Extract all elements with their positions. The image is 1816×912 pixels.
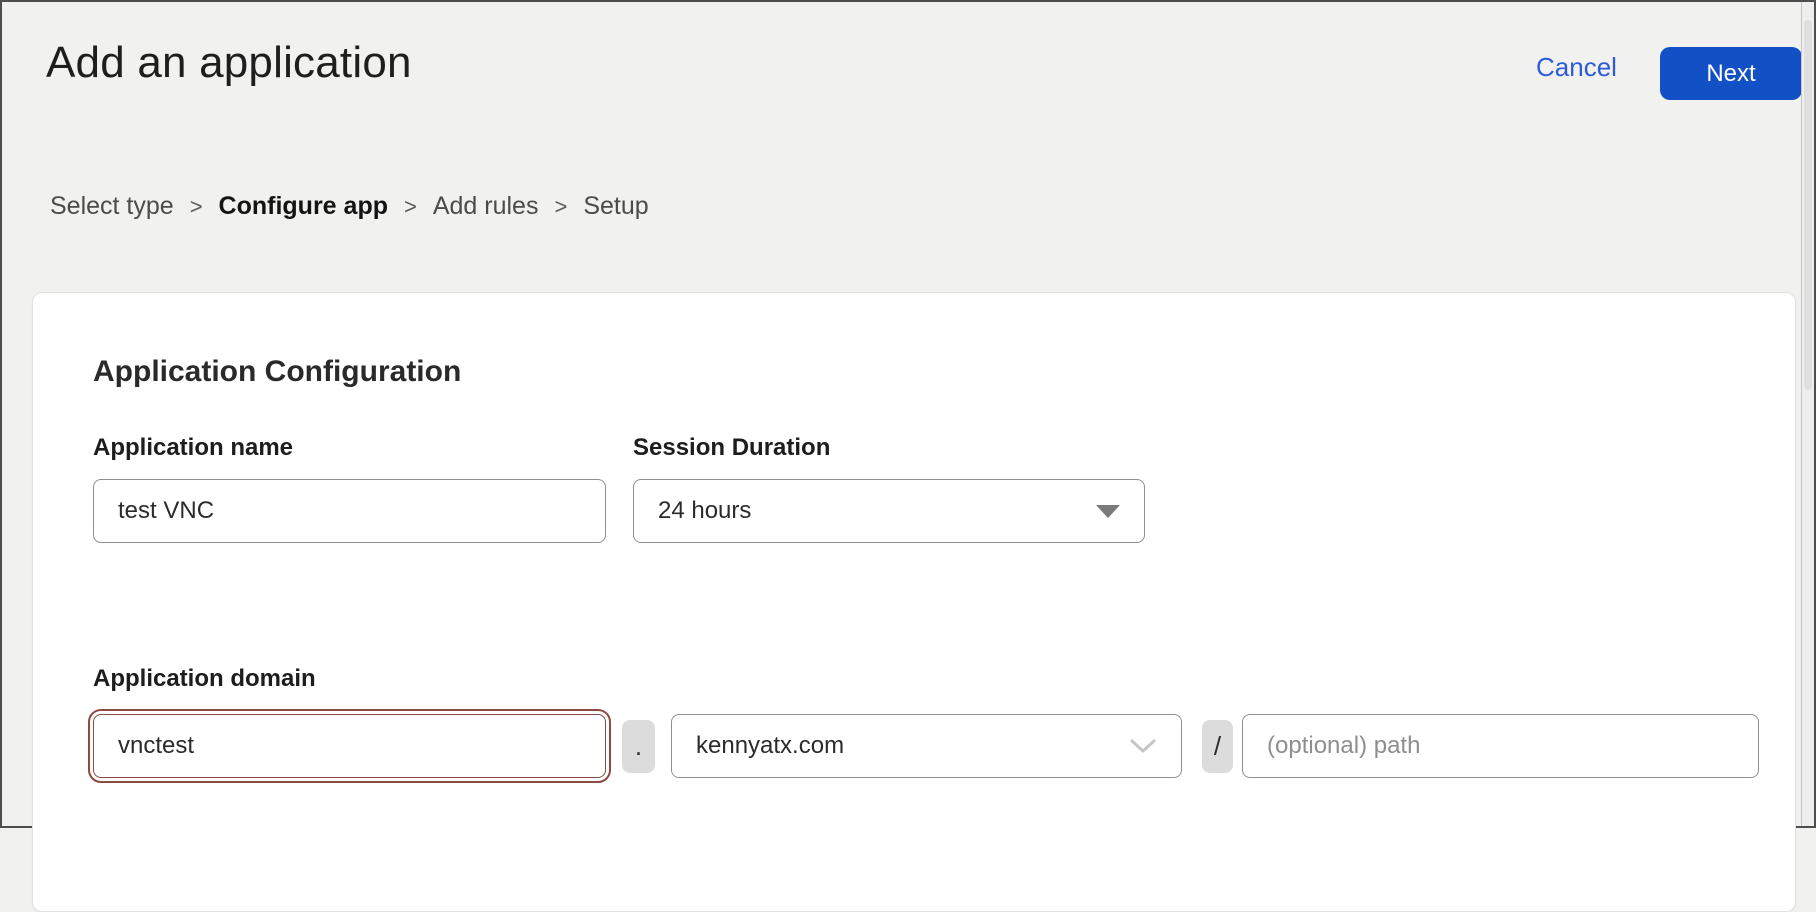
scrollbar-thumb[interactable]	[1804, 20, 1812, 390]
caret-down-icon	[1096, 505, 1120, 518]
dot-separator: .	[622, 720, 655, 773]
path-input[interactable]	[1242, 714, 1759, 778]
session-duration-value: 24 hours	[658, 497, 751, 525]
domain-select-value: kennyatx.com	[696, 732, 844, 760]
application-domain-row: . kennyatx.com /	[93, 714, 1759, 778]
application-configuration-card: Application Configuration Application na…	[32, 292, 1796, 912]
breadcrumb-step-setup[interactable]: Setup	[583, 192, 648, 221]
subdomain-input[interactable]	[93, 714, 606, 778]
next-button[interactable]: Next	[1660, 47, 1802, 100]
breadcrumb: Select type > Configure app > Add rules …	[50, 192, 649, 221]
chevron-down-icon	[1129, 737, 1157, 755]
section-title: Application Configuration	[93, 355, 461, 389]
page-title: Add an application	[46, 38, 412, 88]
vertical-scrollbar[interactable]	[1801, 2, 1814, 826]
breadcrumb-step-configure-app[interactable]: Configure app	[219, 192, 388, 221]
application-name-input[interactable]	[93, 479, 606, 543]
domain-select[interactable]: kennyatx.com	[671, 714, 1182, 778]
breadcrumb-separator: >	[404, 194, 417, 220]
application-name-label: Application name	[93, 434, 293, 462]
session-duration-label: Session Duration	[633, 434, 830, 462]
breadcrumb-step-select-type[interactable]: Select type	[50, 192, 174, 221]
slash-separator: /	[1202, 720, 1233, 773]
breadcrumb-step-add-rules[interactable]: Add rules	[433, 192, 539, 221]
cancel-button[interactable]: Cancel	[1536, 52, 1617, 83]
breadcrumb-separator: >	[554, 194, 567, 220]
application-domain-label: Application domain	[93, 665, 316, 693]
session-duration-select[interactable]: 24 hours	[633, 479, 1145, 543]
breadcrumb-separator: >	[190, 194, 203, 220]
